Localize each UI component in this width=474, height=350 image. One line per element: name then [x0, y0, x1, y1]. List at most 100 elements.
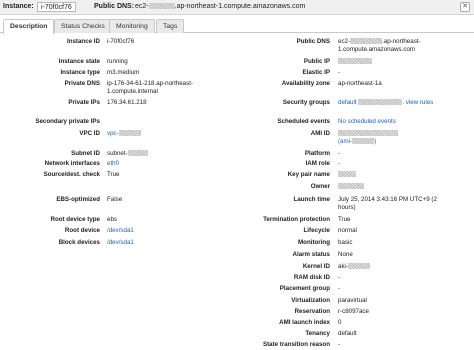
value-public-dns-line1: ec2- .ap-northeast- [338, 38, 421, 46]
ami-id-suffix: ) [374, 138, 377, 145]
public-dns-suffix: .ap-northeast- [382, 38, 421, 45]
label-lifecycle: Lifecycle [303, 227, 330, 234]
label-platform: Platform [304, 150, 330, 157]
detail-tabs: Description Status Checks Monitoring Tag… [0, 17, 474, 34]
value-ami-id-line1 [338, 130, 398, 138]
value-launch-time-line1: July 25, 2014 3:43:16 PM UTC+9 (2 [338, 196, 437, 203]
label-alarm-status: Alarm status [292, 251, 330, 258]
label-scheduled-events: Scheduled events [277, 118, 330, 125]
label-key-pair-name: Key pair name [287, 171, 330, 178]
value-root-device[interactable]: /dev/sda1 [107, 227, 134, 235]
label-subnet-id: Subnet ID [71, 150, 100, 157]
label-iam-role: IAM role [305, 160, 330, 167]
redacted-block [148, 3, 175, 10]
redacted-block [350, 38, 383, 45]
value-private-ips: 176.34.61.218 [107, 99, 147, 106]
redacted-block [127, 150, 148, 157]
label-public-ip: Public IP [303, 58, 330, 65]
label-instance-type: Instance type [60, 69, 100, 76]
security-group-link[interactable]: default [338, 99, 357, 106]
value-instance-state: running [107, 58, 128, 65]
value-iam-role: - [338, 160, 341, 167]
value-tenancy: default [338, 330, 357, 337]
label-availability-zone: Availability zone [281, 80, 330, 87]
tab-tags[interactable]: Tags [156, 19, 185, 33]
label-security-groups: Security groups [282, 99, 330, 106]
label-launch-time: Launch time [293, 196, 330, 203]
value-ami-launch-index: 0 [338, 319, 342, 326]
subnet-id-prefix: subnet- [107, 150, 128, 157]
label-ami-launch-index: AMI launch index [279, 319, 330, 326]
value-security-groups: default . view rules [338, 99, 433, 107]
label-placement-group: Placement group [279, 285, 330, 292]
value-placement-group: - [338, 285, 341, 292]
value-ebs-optimized: False [107, 196, 123, 203]
label-vpc-id: VPC ID [79, 130, 100, 137]
redacted-block [358, 99, 403, 106]
redacted-block [338, 58, 372, 65]
instance-id-chip[interactable]: i-70f0cf76 [37, 2, 76, 12]
vpc-id-link[interactable]: vpc- [107, 130, 119, 137]
redacted-block [338, 171, 356, 178]
redacted-block [338, 130, 398, 137]
value-private-dns-line2: 1.compute.internal [107, 88, 158, 95]
value-instance-id: i-70f0cf76 [107, 38, 135, 45]
value-key-pair-name [338, 171, 356, 179]
redacted-block [118, 130, 141, 137]
redacted-block [338, 183, 364, 190]
value-lifecycle: normal [338, 227, 357, 234]
value-block-devices[interactable]: /dev/sda1 [107, 239, 134, 247]
value-public-dns-line2: 1.compute.amazonaws.com [338, 46, 416, 53]
public-dns-value[interactable]: ec2- .ap-northeast-1.compute.amazonaws.co… [135, 3, 305, 10]
instance-header-bar: Instance: i-70f0cf76 Public DNS: ec2- .ap… [0, 0, 474, 15]
value-kernel-id: aki- [338, 263, 370, 271]
value-launch-time-line2: hours) [338, 204, 356, 211]
label-instance-state: Instance state [58, 58, 100, 65]
label-secondary-private-ips: Secondary private IPs [35, 118, 100, 125]
value-public-ip [338, 58, 372, 66]
tab-monitoring[interactable]: Monitoring [109, 19, 155, 33]
value-ami-id-line2[interactable]: (ami-) [338, 138, 376, 146]
label-root-device: Root device [64, 227, 100, 234]
label-reservation: Reservation [294, 308, 330, 315]
value-instance-type: m3.medium [107, 69, 140, 76]
ami-id-prefix: (ami- [338, 138, 353, 145]
value-scheduled-events[interactable]: No scheduled events [338, 118, 396, 126]
value-owner [338, 183, 364, 191]
label-block-devices: Block devices [58, 239, 100, 246]
value-platform: - [338, 150, 341, 157]
redacted-block [347, 263, 370, 270]
label-source-dest-check: Source/dest. check [43, 171, 100, 178]
public-dns-prefix: ec2- [338, 38, 351, 45]
label-ami-id: AMI ID [310, 130, 330, 137]
label-ebs-optimized: EBS-optimized [56, 196, 100, 203]
label-private-dns: Private DNS [64, 80, 100, 87]
view-rules-link[interactable]: . view rules [402, 99, 433, 106]
label-termination-protection: Termination protection [263, 216, 330, 223]
label-owner: Owner [310, 183, 330, 190]
public-dns-label: Public DNS: [94, 3, 135, 10]
public-dns-suffix: .ap-northeast-1.compute.amazonaws.com [174, 3, 306, 10]
value-availability-zone: ap-northeast-1a [338, 80, 382, 87]
value-monitoring: basic [338, 239, 353, 246]
label-tenancy: Tenancy [305, 330, 330, 337]
value-network-interfaces[interactable]: eth0 [107, 160, 119, 168]
value-root-device-type: ebs [107, 216, 117, 223]
value-virtualization: paravirtual [338, 297, 367, 304]
value-alarm-status: None [338, 251, 353, 258]
close-icon[interactable]: ✕ [460, 2, 470, 12]
value-vpc-id[interactable]: vpc- [107, 130, 141, 138]
label-virtualization: Virtualization [291, 297, 330, 304]
value-elastic-ip: - [338, 69, 341, 76]
tab-status-checks[interactable]: Status Checks [54, 19, 112, 33]
value-subnet-id: subnet- [107, 150, 148, 158]
instance-label: Instance: [3, 3, 34, 10]
value-source-dest-check: True [107, 171, 120, 178]
description-panel: Instance ID i-70f0cf76 Instance state ru… [0, 34, 474, 350]
value-ram-disk-id: - [338, 274, 341, 281]
value-termination-protection: True [338, 216, 351, 223]
redacted-block [352, 138, 375, 145]
label-kernel-id: Kernel ID [302, 263, 330, 270]
label-monitoring: Monitoring [298, 239, 330, 246]
tab-description[interactable]: Description [3, 19, 55, 34]
